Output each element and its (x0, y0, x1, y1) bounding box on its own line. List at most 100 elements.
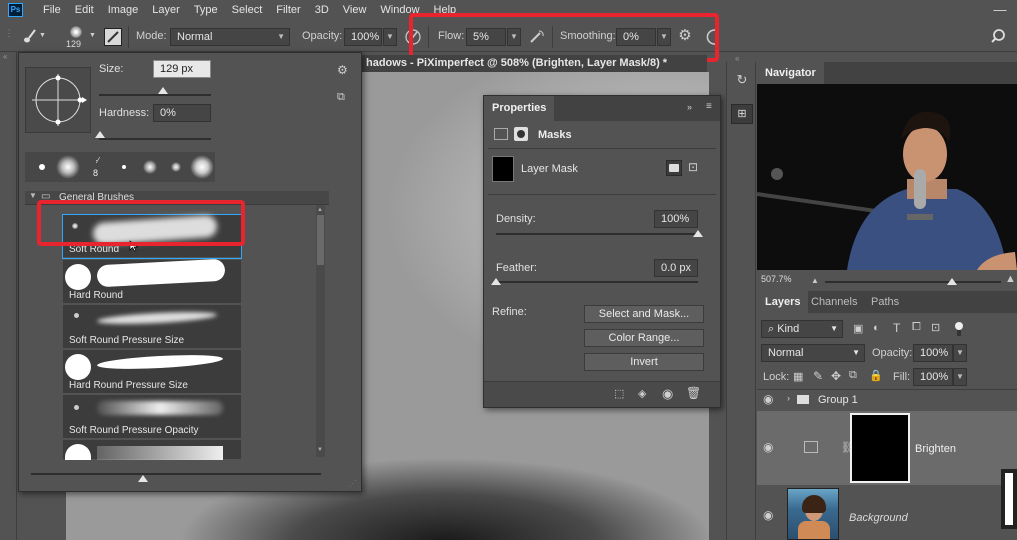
recent-brush[interactable] (137, 154, 163, 180)
layer-opacity-field[interactable]: 100% (913, 344, 953, 362)
chevron-right-icon[interactable]: › (787, 393, 790, 403)
collapse-arrows-icon[interactable]: » (687, 102, 692, 112)
density-slider-track[interactable] (496, 233, 698, 235)
color-range-button[interactable]: Color Range... (584, 329, 704, 347)
search-icon[interactable] (990, 28, 1006, 44)
density-slider-knob[interactable] (693, 230, 703, 237)
layer-row-group[interactable]: ◉ › Group 1 (757, 390, 1017, 411)
eye-icon[interactable]: ◉ (662, 386, 673, 402)
menu-image[interactable]: Image (101, 0, 146, 20)
tab-layers[interactable]: Layers (757, 291, 809, 313)
zoom-out-icon[interactable]: ▲ (811, 276, 819, 285)
history-icon[interactable]: ↻ (733, 72, 751, 88)
recent-brush[interactable] (189, 154, 215, 180)
minimize-icon[interactable]: — (990, 2, 1010, 18)
feather-field[interactable]: 0.0 px (654, 259, 698, 277)
menu-3d[interactable]: 3D (308, 0, 336, 20)
lock-all-icon[interactable]: 🔒 (869, 369, 883, 382)
brush-list-scrollbar[interactable]: ▲ ▼ (316, 205, 325, 457)
filter-type-icon[interactable]: T (893, 321, 900, 335)
panel-menu-icon[interactable]: ≡ (706, 101, 712, 112)
menu-type[interactable]: Type (187, 0, 225, 20)
recent-brush[interactable] (29, 154, 55, 180)
select-mask-icon[interactable] (666, 160, 682, 176)
gear-icon[interactable]: ⚙ (337, 63, 348, 77)
feather-slider-knob[interactable] (491, 278, 501, 285)
brush-hard-round[interactable]: Hard Round (63, 258, 241, 304)
menu-filter[interactable]: Filter (269, 0, 307, 20)
invert-button[interactable]: Invert (584, 353, 704, 371)
lock-artboard-icon[interactable]: ⧉ (849, 369, 857, 382)
layer-filter-select[interactable]: ⌕ Kind ▼ (761, 320, 843, 338)
lock-position-icon[interactable]: ✥ (831, 369, 841, 383)
brush-angle-preview[interactable] (25, 67, 91, 133)
filter-shape-icon[interactable]: ⧠ (912, 321, 921, 334)
vector-mask-icon[interactable]: ⊡ (688, 160, 698, 174)
trash-icon[interactable]: 🗑 (686, 386, 701, 400)
brush-preset-picker[interactable]: 129 (60, 24, 92, 50)
lock-image-icon[interactable]: ✎ (813, 369, 823, 383)
layer-mask-icon[interactable] (514, 127, 528, 141)
tab-properties[interactable]: Properties (484, 96, 555, 121)
load-selection-icon[interactable]: ⬚ (614, 387, 624, 400)
filter-toggle-icon[interactable] (955, 322, 963, 336)
size-slider-knob[interactable] (158, 87, 168, 94)
tab-navigator[interactable]: Navigator (757, 62, 824, 84)
size-slider-track[interactable] (99, 94, 211, 96)
brush-soft-round-pressure-opacity[interactable]: Soft Round Pressure Opacity (63, 395, 241, 439)
recent-brush[interactable] (163, 154, 189, 180)
apply-mask-icon[interactable]: ◈ (638, 387, 646, 400)
menu-view[interactable]: View (336, 0, 374, 20)
scrollbar-thumb[interactable] (317, 215, 324, 265)
layer-row-brighten[interactable]: ◉ ⛓ Brighten (757, 411, 1017, 485)
tool-preset-arrow-icon[interactable]: ▼ (39, 32, 46, 39)
mode-select[interactable]: Normal ▼ (170, 28, 290, 46)
brush-tool-icon[interactable] (22, 28, 38, 46)
tab-paths[interactable]: Paths (871, 291, 899, 313)
eye-icon[interactable]: ◉ (763, 392, 773, 406)
density-field[interactable]: 100% (654, 210, 698, 228)
brush-hard-round-pressure-size[interactable]: Hard Round Pressure Size (63, 350, 241, 394)
hardness-slider-track[interactable] (99, 138, 211, 140)
select-and-mask-button[interactable]: Select and Mask... (584, 305, 704, 323)
zoom-slider-knob[interactable] (946, 278, 957, 285)
hardness-slider-knob[interactable] (95, 131, 105, 138)
chevron-down-icon[interactable]: ▼ (953, 344, 967, 362)
filter-adjustment-icon[interactable]: ◐ (873, 322, 880, 334)
opacity-field[interactable]: 100% (344, 28, 382, 46)
layer-row-background[interactable]: ◉ Background (757, 486, 1017, 540)
size-field[interactable]: 129 px (153, 60, 211, 78)
collapse-arrows-icon[interactable]: « (3, 52, 7, 61)
layer-mask-thumbnail[interactable] (850, 413, 910, 483)
brush-soft-round-pressure-size[interactable]: Soft Round Pressure Size (63, 305, 241, 349)
scroll-up-icon[interactable]: ▲ (317, 207, 323, 213)
eye-icon[interactable]: ◉ (763, 508, 773, 522)
filter-smart-object-icon[interactable]: ⊡ (931, 321, 940, 334)
menu-layer[interactable]: Layer (145, 0, 187, 20)
blend-mode-select[interactable]: Normal ▼ (761, 344, 865, 362)
navigator-thumbnail[interactable] (757, 84, 1017, 270)
fill-field[interactable]: 100% (913, 368, 953, 386)
tab-channels[interactable]: Channels (811, 291, 857, 313)
menu-select[interactable]: Select (225, 0, 270, 20)
recent-brush[interactable] (111, 154, 137, 180)
collapse-arrows-icon[interactable]: « (735, 54, 739, 63)
recent-brush-8[interactable]: ·⁄ 8 (83, 154, 109, 180)
menu-edit[interactable]: Edit (68, 0, 101, 20)
lock-transparent-icon[interactable]: ▦ (793, 370, 803, 383)
preview-size-slider-track[interactable] (31, 473, 321, 475)
chevron-down-icon[interactable]: ▼ (953, 368, 967, 386)
resize-grip-icon[interactable]: ⋰ (349, 479, 357, 488)
brush-next[interactable] (63, 440, 241, 460)
zoom-in-icon[interactable]: ▲ (1005, 273, 1016, 285)
zoom-slider-track[interactable] (825, 281, 1001, 283)
chevron-down-icon[interactable]: ▼ (89, 32, 96, 39)
filter-pixel-icon[interactable]: ▣ (853, 322, 863, 335)
preview-size-slider-knob[interactable] (138, 475, 148, 482)
menu-file[interactable]: File (36, 0, 68, 20)
brush-settings-panel-icon[interactable] (104, 28, 122, 46)
eye-icon[interactable]: ◉ (763, 440, 773, 454)
chevron-down-icon[interactable]: ▼ (383, 28, 397, 46)
new-preset-icon[interactable]: ⧉ (337, 91, 345, 104)
feather-slider-track[interactable] (496, 281, 698, 283)
